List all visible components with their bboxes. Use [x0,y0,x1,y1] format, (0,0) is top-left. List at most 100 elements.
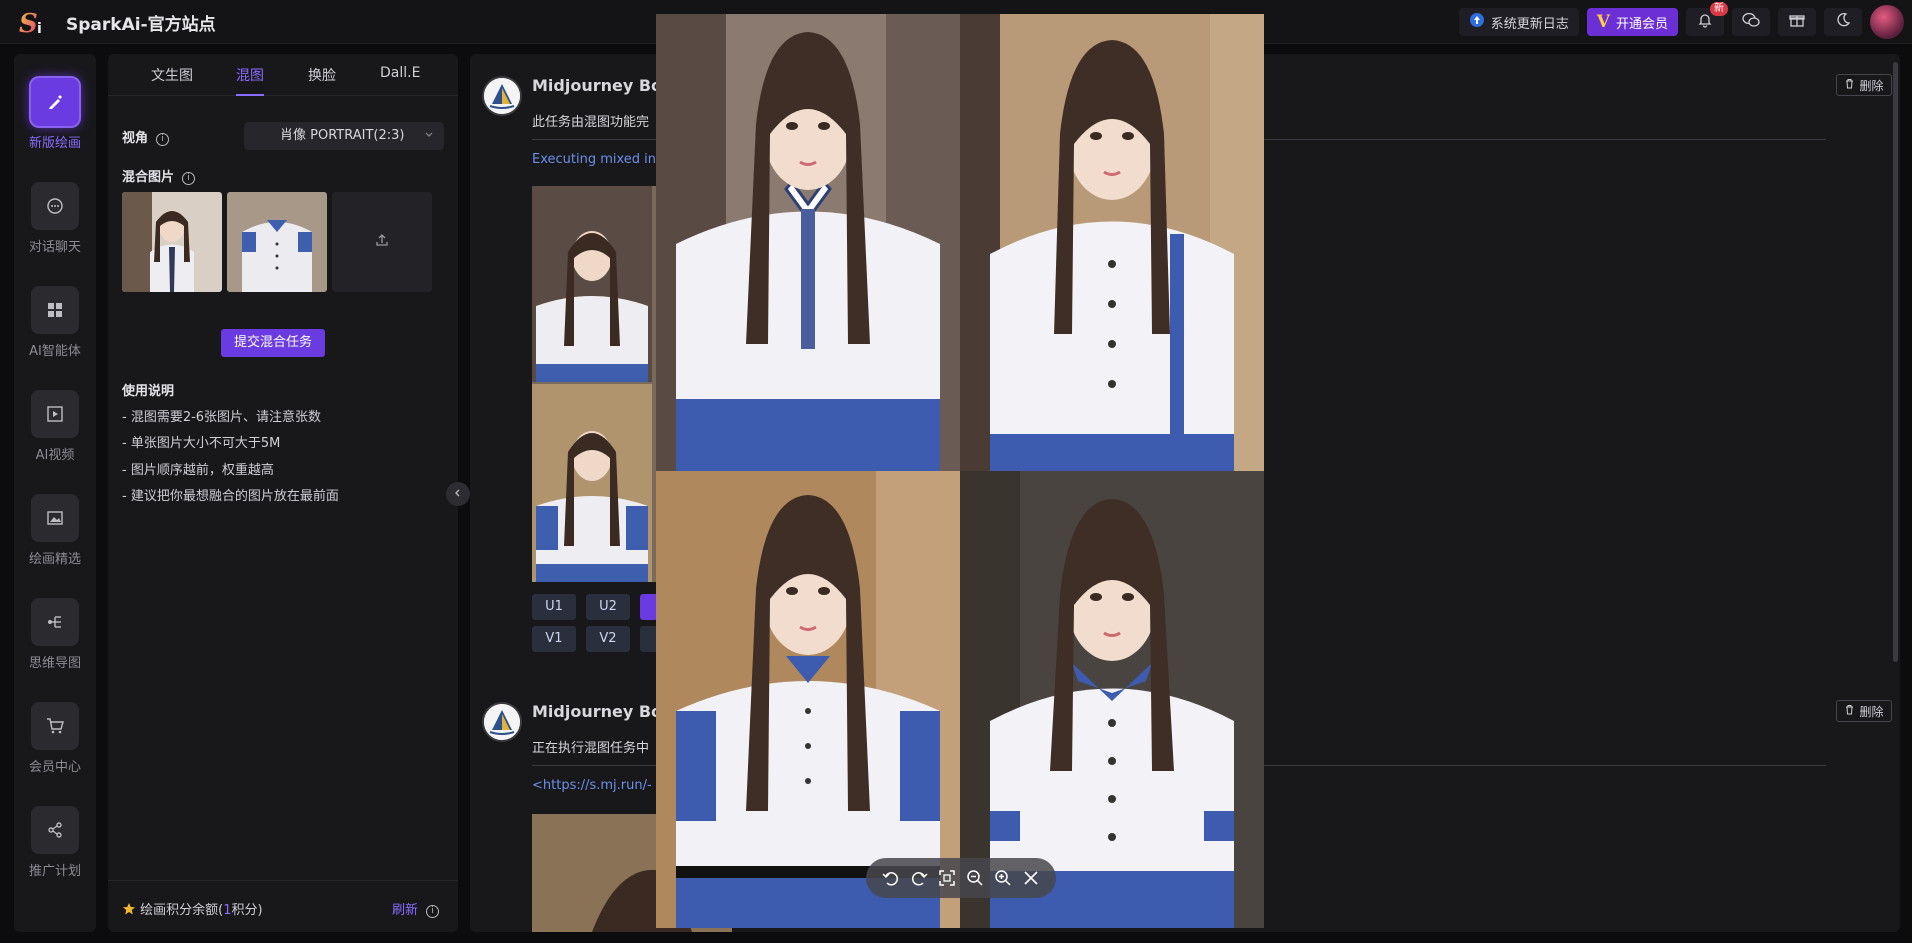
new-badge: 新 [1710,2,1728,16]
info-icon[interactable]: i [426,905,440,918]
notifications-button[interactable]: 新 [1686,2,1728,36]
usage-line: - 图片顺序越前，权重越高 [122,463,274,478]
delete-label: 删除 [1859,78,1884,93]
close-icon[interactable] [1020,867,1042,889]
delete-label: 删除 [1859,704,1884,719]
wechat-icon [1742,12,1760,32]
brush-icon [31,78,79,126]
gallery-icon [31,494,79,542]
nav-label: 推广计划 [28,864,81,879]
delete-button[interactable]: 删除 [1836,74,1892,96]
user-avatar[interactable] [1870,5,1904,39]
left-nav: 新版绘画 对话聊天 AI智能体 AI视频 绘画精选 思维导图 会员中心 推广计划 [14,54,96,932]
preview-quadrant-1[interactable] [656,14,960,471]
upload-image-button[interactable] [332,192,432,292]
nav-item-ai-video[interactable]: AI视频 [14,390,96,463]
feed-scrollbar[interactable] [1893,62,1898,662]
blend-panel: 文生图 混图 换脸 Dall.E 视角 i 肖像 PORTRAIT(2:3) 混合… [108,54,458,932]
aspect-select[interactable]: 肖像 PORTRAIT(2:3) [244,122,444,150]
rotate-left-icon[interactable] [880,867,902,889]
nav-item-new-drawing[interactable]: 新版绘画 [14,78,96,151]
bot-avatar [482,702,522,742]
changelog-label: 系统更新日志 [1490,16,1569,32]
gift-icon [1789,12,1805,32]
trash-icon [1844,704,1855,718]
blend-images-label-text: 混合图片 [122,170,175,185]
nav-item-membership[interactable]: 会员中心 [14,702,96,775]
app-logo[interactable]: S i [18,6,52,39]
nav-item-promotion[interactable]: 推广计划 [14,806,96,879]
usage-line: - 建议把你最想融合的图片放在最前面 [122,489,339,504]
changelog-button[interactable]: 系统更新日志 [1458,8,1579,36]
credits-balance: 绘画积分余额(1积分) [122,899,263,918]
moon-icon [1835,12,1851,32]
upload-icon [374,232,390,252]
submit-blend-button[interactable]: 提交混合任务 [221,329,325,357]
blend-images-label: 混合图片 i [122,166,196,185]
blend-image-1[interactable] [122,192,222,292]
nav-label: 思维导图 [28,656,81,671]
message-text: 正在执行混图任务中 [532,741,650,756]
view-label-text: 视角 [122,131,149,146]
preview-quadrant-2[interactable] [960,14,1264,471]
fit-screen-icon[interactable] [936,867,958,889]
theme-toggle-button[interactable] [1824,8,1862,36]
info-icon[interactable]: i [182,172,196,185]
mindmap-icon [31,598,79,646]
rotate-right-icon[interactable] [908,867,930,889]
chevron-down-icon [424,122,434,150]
usage-line: - 单张图片大小不可大于5M [122,436,281,451]
nav-item-gallery[interactable]: 绘画精选 [14,494,96,567]
trash-icon [1844,78,1855,92]
tab-text-to-image[interactable]: 文生图 [151,65,193,85]
vip-button[interactable]: V 开通会员 [1586,8,1678,36]
blend-image-2[interactable] [227,192,327,292]
variation-button[interactable]: V2 [586,626,630,652]
nav-item-chat[interactable]: 对话聊天 [14,182,96,255]
nav-label: 新版绘画 [28,136,81,151]
delete-button[interactable]: 删除 [1836,700,1892,722]
variation-button[interactable]: V1 [532,626,576,652]
cart-icon [31,702,79,750]
image-preview-viewer[interactable] [656,14,1264,928]
vip-label: 开通会员 [1615,16,1668,32]
video-icon [31,390,79,438]
upscale-button[interactable]: U1 [532,594,576,620]
tab-blend[interactable]: 混图 [236,65,264,85]
nav-label: AI智能体 [29,344,81,359]
bot-name: Midjourney Bot [532,702,670,721]
gift-button[interactable] [1778,8,1816,36]
refresh-label: 刷新 [392,903,419,918]
credits-suffix: 积分) [231,903,263,918]
app-title: SparkAi-官方站点 [66,15,216,35]
nav-label: 绘画精选 [28,552,81,567]
usage-title: 使用说明 [122,384,175,399]
svg-text:S: S [19,9,38,38]
nav-item-mindmap[interactable]: 思维导图 [14,598,96,671]
credits-prefix: 绘画积分余额( [140,903,224,918]
message-detail[interactable]: <https://s.mj.run/- [532,778,652,793]
mode-tabs: 文生图 混图 换脸 Dall.E [108,54,458,96]
credits-value: 1 [223,903,232,918]
message-detail: Executing mixed in [532,152,657,167]
collapse-panel-button[interactable] [446,482,470,506]
nav-label: 对话聊天 [28,240,81,255]
nav-item-ai-agents[interactable]: AI智能体 [14,286,96,359]
active-tab-indicator [236,94,264,96]
zoom-out-icon[interactable] [964,867,986,889]
vip-mark: V [1596,12,1610,32]
nav-label: AI视频 [35,448,75,463]
chevron-left-icon [453,487,463,502]
info-icon[interactable]: i [156,133,170,146]
update-arrow-icon [1469,12,1485,32]
refresh-credits-button[interactable]: 刷新 i [392,899,440,918]
bell-icon [1697,12,1713,32]
aspect-select-value: 肖像 PORTRAIT(2:3) [280,128,405,143]
upscale-button[interactable]: U2 [586,594,630,620]
wechat-button[interactable] [1732,8,1770,36]
svg-text:i: i [37,21,42,37]
share-icon [31,806,79,854]
tab-dalle[interactable]: Dall.E [380,65,420,81]
zoom-in-icon[interactable] [992,867,1014,889]
tab-face-swap[interactable]: 换脸 [308,65,336,85]
